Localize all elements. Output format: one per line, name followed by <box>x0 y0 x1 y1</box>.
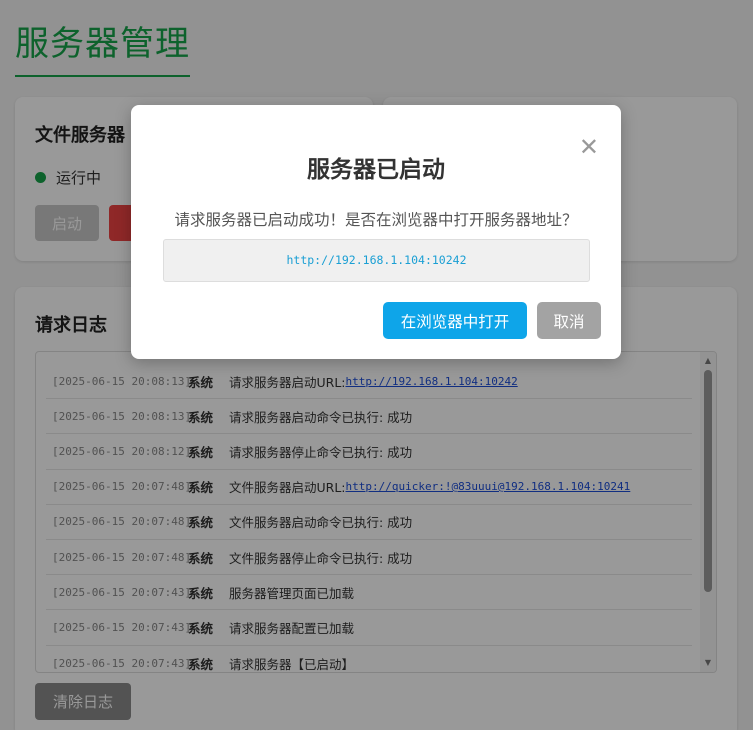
server-started-dialog: ✕ 服务器已启动 请求服务器已启动成功！是否在浏览器中打开服务器地址？ http… <box>131 105 621 359</box>
dialog-url: http://192.168.1.104:10242 <box>163 239 590 282</box>
cancel-button[interactable]: 取消 <box>537 302 601 339</box>
dialog-title: 服务器已启动 <box>307 157 445 183</box>
open-in-browser-button[interactable]: 在浏览器中打开 <box>383 302 527 339</box>
dialog-message: 请求服务器已启动成功！是否在浏览器中打开服务器地址？ <box>174 211 578 229</box>
